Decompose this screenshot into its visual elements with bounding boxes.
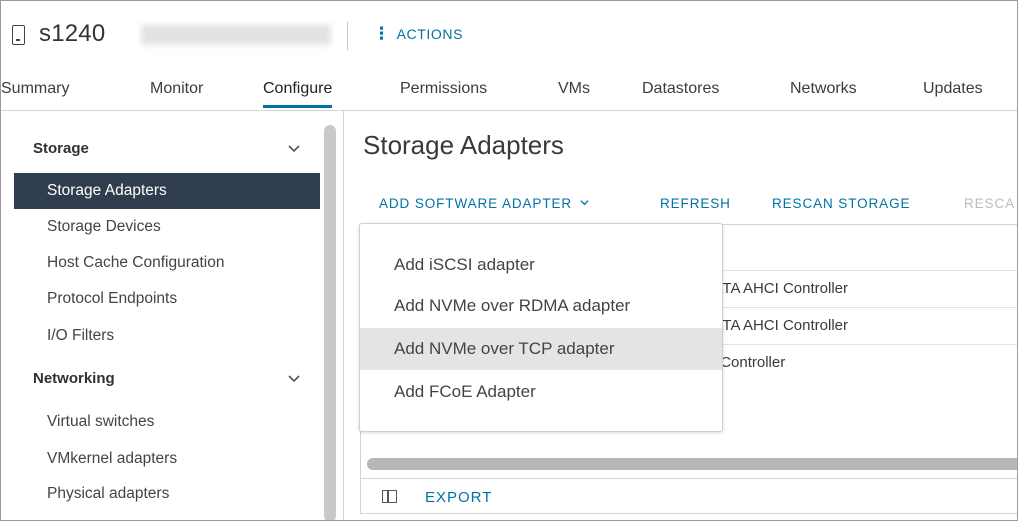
sidebar-group-label: Storage — [33, 140, 89, 157]
host-icon — [12, 25, 25, 45]
menu-item-add-nvme-over-tcp-adapter[interactable]: Add NVMe over TCP adapter — [360, 328, 722, 370]
refresh-button[interactable]: REFRESH — [660, 196, 731, 211]
vsphere-window: s1240 ⋮ ACTIONS Summary Monitor Configur… — [0, 0, 1018, 521]
add-software-adapter-label: ADD SOFTWARE ADAPTER — [379, 196, 573, 211]
sidebar-group-networking[interactable]: Networking — [1, 361, 319, 397]
tab-vms[interactable]: VMs — [558, 80, 590, 98]
object-header: s1240 ⋮ ACTIONS — [1, 1, 1017, 69]
host-name-redacted — [141, 25, 331, 45]
actions-button[interactable]: ⋮ ACTIONS — [373, 25, 463, 42]
column-toggle-icon[interactable] — [382, 490, 397, 503]
chevron-down-icon — [288, 375, 300, 383]
rescan-storage-button[interactable]: RESCAN STORAGE — [772, 196, 910, 211]
menu-item-add-fcoe-adapter[interactable]: Add FCoE Adapter — [360, 371, 722, 413]
configure-sidebar: Storage Storage Adapters Storage Devices… — [1, 123, 321, 520]
host-name: s1240 — [39, 20, 106, 47]
sidebar-item-storage-devices[interactable]: Storage Devices — [14, 209, 320, 245]
grid-footer: EXPORT — [361, 478, 1017, 515]
tab-permissions[interactable]: Permissions — [400, 80, 487, 98]
tab-summary[interactable]: Summary — [1, 80, 69, 98]
rescan-adapter-button[interactable]: RESCA — [964, 196, 1015, 211]
tab-updates[interactable]: Updates — [923, 80, 983, 98]
menu-item-add-iscsi-adapter[interactable]: Add iSCSI adapter — [360, 244, 722, 286]
tab-configure[interactable]: Configure — [263, 80, 333, 108]
tab-monitor[interactable]: Monitor — [150, 80, 203, 98]
tab-datastores[interactable]: Datastores — [642, 80, 719, 98]
sidebar-item-io-filters[interactable]: I/O Filters — [14, 318, 320, 354]
sidebar-item-physical-adapters[interactable]: Physical adapters — [14, 476, 320, 512]
sidebar-item-virtual-switches[interactable]: Virtual switches — [14, 404, 320, 440]
chevron-down-icon — [288, 145, 300, 153]
add-software-adapter-menu: Add iSCSI adapter Add NVMe over RDMA ada… — [359, 223, 723, 432]
sidebar-group-storage[interactable]: Storage — [1, 131, 319, 167]
tab-networks[interactable]: Networks — [790, 80, 857, 98]
page-title: Storage Adapters — [363, 130, 564, 160]
sidebar-item-host-cache-configuration[interactable]: Host Cache Configuration — [14, 245, 320, 281]
sidebar-item-protocol-endpoints[interactable]: Protocol Endpoints — [14, 281, 320, 317]
sidebar-scrollbar-thumb[interactable] — [324, 125, 336, 520]
export-button[interactable]: EXPORT — [425, 489, 492, 506]
actions-label: ACTIONS — [396, 25, 464, 42]
object-tabs: Summary Monitor Configure Permissions VM… — [1, 69, 1017, 111]
add-software-adapter-button[interactable]: ADD SOFTWARE ADAPTER — [379, 196, 589, 211]
sidebar-item-vmkernel-adapters[interactable]: VMkernel adapters — [14, 441, 320, 477]
sidebar-group-label: Networking — [33, 370, 115, 387]
menu-item-add-nvme-over-rdma-adapter[interactable]: Add NVMe over RDMA adapter — [360, 285, 722, 327]
chevron-down-icon — [580, 200, 589, 206]
header-divider — [347, 22, 348, 50]
horizontal-scrollbar[interactable] — [367, 458, 1017, 470]
sidebar-item-storage-adapters[interactable]: Storage Adapters — [14, 173, 320, 209]
kebab-icon: ⋮ — [373, 24, 391, 43]
